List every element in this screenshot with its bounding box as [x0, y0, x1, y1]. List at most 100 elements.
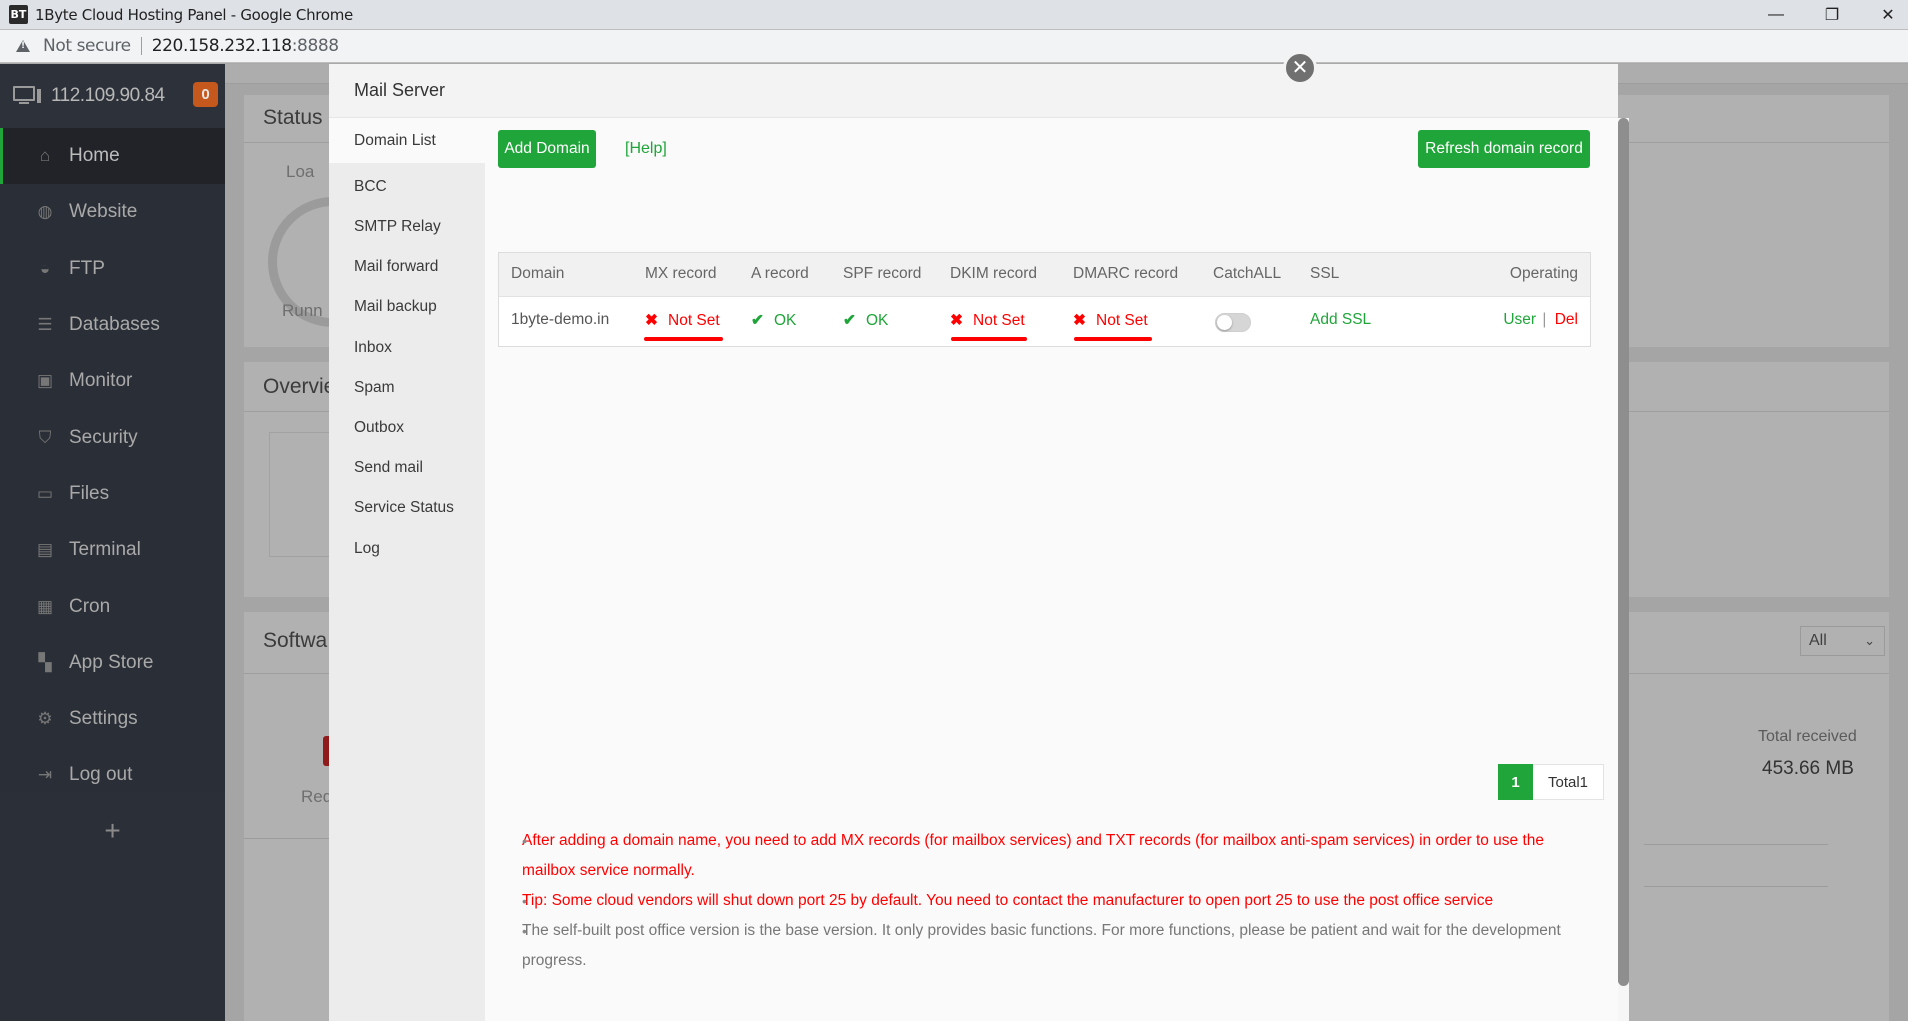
folder-icon: ▭: [36, 483, 54, 503]
note-text: Tip: Some cloud vendors will shut down p…: [522, 892, 1494, 909]
sidebar-item-files[interactable]: ▭ Files: [0, 466, 225, 522]
operating-actions: User | Del: [1503, 311, 1578, 329]
sidebar-item-security[interactable]: ⛉ Security: [0, 409, 225, 465]
close-window-button[interactable]: ✕: [1860, 0, 1908, 29]
database-icon: ☰: [37, 315, 53, 335]
a-status: ✔ OK: [751, 311, 796, 330]
total-received-value: 453.66 MB: [1762, 758, 1854, 779]
server-header: 112.109.90.84 0: [0, 64, 225, 128]
sidebar-item-app-store[interactable]: ▚ App Store: [0, 635, 225, 691]
sidebar-item-label: Monitor: [69, 370, 133, 392]
col-spf-record: SPF record: [843, 265, 922, 282]
domain-table: Domain MX record A record SPF record DKI…: [498, 252, 1591, 347]
spf-status-text: OK: [866, 312, 889, 329]
scrollbar-thumb[interactable]: [1618, 118, 1629, 986]
dkim-underline: [951, 337, 1027, 341]
chevron-down-icon: ⌄: [1864, 633, 1875, 648]
server-ip: 112.109.90.84: [51, 85, 165, 106]
terminal-icon: ▤: [36, 540, 54, 560]
note-item: After adding a domain name, you need to …: [522, 826, 1587, 886]
sidebar-item-label: Terminal: [69, 539, 141, 561]
note-text: The self-built post office version is th…: [522, 922, 1561, 969]
sidebar-item-label: Cron: [69, 595, 111, 617]
sidebar-item-monitor[interactable]: ▣ Monitor: [0, 353, 225, 409]
address-bar[interactable]: Not secure 220.158.232.118:8888: [0, 29, 1908, 63]
home-icon: ⌂: [39, 146, 51, 166]
dkim-status: ✖ Not Set: [950, 311, 1025, 330]
calendar-icon: ▦: [36, 596, 54, 616]
spf-status: ✔ OK: [843, 311, 888, 330]
delete-link[interactable]: Del: [1555, 311, 1578, 328]
total-received-label: Total received: [1758, 728, 1857, 745]
col-mx-record: MX record: [645, 265, 717, 282]
sidebar-item-label: App Store: [69, 651, 154, 673]
dmarc-status: ✖ Not Set: [1073, 311, 1148, 330]
modal-title: Mail Server: [354, 80, 446, 100]
user-link[interactable]: User: [1503, 311, 1536, 328]
table-row: 1byte-demo.in ✖ Not Set ✔ OK ✔ OK ✖ Not Set …: [499, 297, 1590, 346]
sidebar-item-label: Databases: [69, 314, 160, 336]
logout-icon: ⇥: [37, 765, 53, 785]
note-item: The self-built post office version is th…: [522, 916, 1587, 976]
filter-value: All: [1809, 632, 1827, 649]
mx-status: ✖ Not Set: [645, 311, 720, 330]
sidebar-item-label: Log out: [69, 764, 133, 786]
mail-menu: Domain List BCC SMTP Relay Mail forward Mail…: [329, 118, 486, 1021]
add-ssl-link[interactable]: Add SSL: [1310, 311, 1371, 329]
sidebar: 112.109.90.84 0 ⌂ Home ◍ Website ◒ FTP ☰ Databa…: [0, 64, 225, 1021]
refresh-domain-record-button[interactable]: Refresh domain record: [1418, 130, 1590, 168]
notification-badge[interactable]: 0: [193, 82, 218, 107]
security-label[interactable]: Not secure: [43, 36, 131, 56]
software-filter-select[interactable]: All ⌄: [1800, 626, 1885, 656]
x-icon: ✖: [1073, 312, 1086, 329]
col-ssl: SSL: [1310, 265, 1340, 282]
sidebar-item-website[interactable]: ◍ Website: [0, 184, 225, 240]
col-dkim-record: DKIM record: [950, 265, 1037, 282]
col-catchall: CatchALL: [1213, 265, 1282, 282]
monitor-icon: ▣: [36, 371, 54, 391]
restore-button[interactable]: ❐: [1804, 0, 1860, 29]
url-host[interactable]: 220.158.232.118: [152, 36, 292, 56]
shield-icon: ⛉: [38, 427, 52, 447]
help-link[interactable]: [Help]: [625, 140, 667, 158]
sidebar-item-ftp[interactable]: ◒ FTP: [0, 241, 225, 297]
menu-item-log[interactable]: Log: [329, 524, 485, 573]
menu-item-domain-list[interactable]: Domain List: [329, 118, 486, 163]
close-modal-button[interactable]: ✕: [1283, 51, 1317, 85]
window-title: 1Byte Cloud Hosting Panel - Google Chrom…: [35, 5, 353, 24]
sidebar-item-label: FTP: [69, 257, 105, 279]
minimize-button[interactable]: —: [1748, 0, 1804, 29]
sidebar-item-label: Files: [69, 482, 110, 504]
mx-status-text: Not Set: [668, 312, 720, 329]
col-domain: Domain: [511, 265, 565, 282]
running-label: Runn: [282, 301, 323, 320]
page-1-button[interactable]: 1: [1498, 764, 1533, 800]
url-port[interactable]: :8888: [292, 36, 339, 56]
sidebar-nav: ⌂ Home ◍ Website ◒ FTP ☰ Databases ▣ Monitor ⛉ Secu…: [0, 128, 225, 804]
toggle-knob: [1217, 315, 1232, 330]
a-status-text: OK: [774, 312, 797, 329]
warning-icon[interactable]: [16, 40, 30, 52]
gear-icon: ⚙: [37, 709, 53, 729]
action-separator: |: [1542, 311, 1547, 328]
catchall-toggle[interactable]: [1215, 313, 1251, 332]
pagination: 1 Total1: [1498, 764, 1604, 800]
sidebar-item-label: Home: [69, 145, 120, 167]
globe-icon: ◍: [37, 202, 53, 222]
add-domain-button[interactable]: Add Domain: [498, 130, 596, 168]
modal-header: Mail Server: [329, 64, 1618, 118]
check-icon: ✔: [751, 312, 764, 329]
col-operating: Operating: [1509, 265, 1578, 282]
add-icon[interactable]: +: [0, 801, 225, 861]
sidebar-item-cron[interactable]: ▦ Cron: [0, 578, 225, 634]
sidebar-item-terminal[interactable]: ▤ Terminal: [0, 522, 225, 578]
sidebar-item-home[interactable]: ⌂ Home: [0, 128, 225, 185]
apps-icon: ▚: [38, 652, 52, 672]
sidebar-item-settings[interactable]: ⚙ Settings: [0, 691, 225, 747]
sidebar-item-label: Security: [69, 426, 138, 448]
ftp-icon: ◒: [39, 258, 51, 278]
total-count: Total1: [1533, 764, 1604, 800]
sidebar-item-databases[interactable]: ☰ Databases: [0, 297, 225, 353]
software-title: Softwa: [263, 629, 328, 652]
x-icon: ✖: [645, 312, 658, 329]
